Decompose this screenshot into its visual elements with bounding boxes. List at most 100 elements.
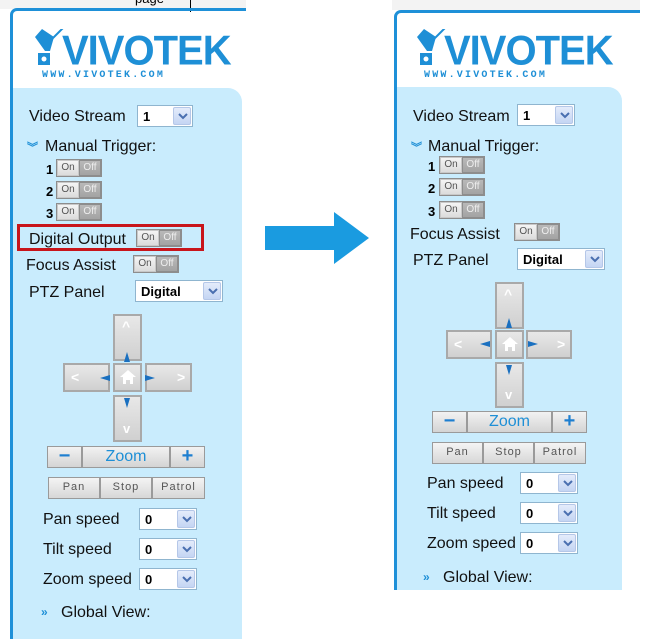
- chevron-down-icon: [182, 576, 192, 583]
- focus-assist-on-button[interactable]: On: [134, 256, 156, 272]
- zoom-speed-value: 0: [526, 536, 534, 551]
- trigger-1-off-button[interactable]: Off: [462, 157, 484, 173]
- zoom-speed-label: Zoom speed: [427, 535, 516, 552]
- pan-speed-value: 0: [145, 512, 153, 527]
- pan-speed-value: 0: [526, 476, 534, 491]
- chevron-down-icon: [563, 510, 573, 517]
- trigger-3-off-button[interactable]: Off: [462, 202, 484, 218]
- tilt-speed-label: Tilt speed: [427, 505, 496, 522]
- ptz-actions: Pan Stop Patrol: [48, 477, 205, 499]
- zoom-speed-value: 0: [145, 572, 153, 587]
- focus-assist-on-button[interactable]: On: [515, 224, 537, 240]
- trigger-2-off-button[interactable]: Off: [462, 179, 484, 195]
- trigger-2-on-button[interactable]: On: [440, 179, 462, 195]
- dropdown-button[interactable]: [558, 504, 576, 522]
- dropdown-button[interactable]: [173, 107, 191, 125]
- zoom-label: Zoom: [467, 411, 552, 433]
- focus-assist-off-button[interactable]: Off: [537, 224, 559, 240]
- dropdown-button[interactable]: [555, 106, 573, 124]
- video-stream-label: Video Stream: [29, 108, 126, 125]
- trigger-2-off-button[interactable]: Off: [79, 182, 101, 198]
- zoom-out-button[interactable]: −: [432, 411, 467, 433]
- ptz-direction-markers: [100, 352, 155, 408]
- manual-trigger-label[interactable]: Manual Trigger:: [45, 138, 156, 156]
- tilt-speed-value: 0: [145, 542, 153, 557]
- dropdown-button[interactable]: [558, 474, 576, 492]
- zoom-in-button[interactable]: +: [170, 446, 205, 468]
- patrol-button[interactable]: Patrol: [534, 442, 586, 464]
- right-arrow-icon: [265, 212, 369, 264]
- global-view-label[interactable]: Global View:: [61, 604, 151, 622]
- chevron-double-down-icon[interactable]: ︾: [27, 139, 38, 155]
- chevron-down-icon: [590, 256, 600, 263]
- tilt-speed-select[interactable]: 0: [520, 502, 578, 524]
- vivotek-logo: VIVOTEK WWW.VIVOTEK.COM: [32, 25, 232, 85]
- camera-logo-icon: [417, 29, 446, 65]
- dropdown-button[interactable]: [558, 534, 576, 552]
- trigger-2-toggle: On Off: [439, 178, 485, 196]
- manual-trigger-label[interactable]: Manual Trigger:: [428, 138, 539, 156]
- video-stream-value: 1: [523, 108, 531, 123]
- zoom-in-button[interactable]: +: [552, 411, 587, 433]
- dropdown-button[interactable]: [585, 250, 603, 268]
- zoom-speed-label: Zoom speed: [43, 571, 132, 588]
- ptz-panel-select[interactable]: Digital: [135, 280, 223, 302]
- trigger-3-on-button[interactable]: On: [440, 202, 462, 218]
- trigger-1-on-button[interactable]: On: [57, 160, 79, 176]
- logo-wordmark: VIVOTEK: [62, 27, 232, 75]
- trigger-2-on-button[interactable]: On: [57, 182, 79, 198]
- ptz-marker-up: [124, 352, 130, 362]
- logo-url: WWW.VIVOTEK.COM: [424, 70, 548, 81]
- zoom-control: − Zoom +: [47, 446, 205, 468]
- trigger-3-toggle: On Off: [56, 203, 102, 221]
- dropdown-button[interactable]: [177, 570, 195, 588]
- chevron-double-right-icon[interactable]: »: [41, 605, 48, 619]
- stop-button[interactable]: Stop: [100, 477, 152, 499]
- tilt-speed-value: 0: [526, 506, 534, 521]
- zoom-speed-select[interactable]: 0: [139, 568, 197, 590]
- pan-button[interactable]: Pan: [432, 442, 483, 464]
- focus-assist-off-button[interactable]: Off: [156, 256, 178, 272]
- video-stream-value: 1: [143, 109, 151, 124]
- trigger-number: 2: [46, 184, 54, 199]
- chevron-down-icon: [563, 540, 573, 547]
- ptz-panel-value: Digital: [523, 252, 563, 267]
- trigger-number: 3: [428, 204, 436, 219]
- dropdown-button[interactable]: [177, 540, 195, 558]
- stop-button[interactable]: Stop: [483, 442, 534, 464]
- tilt-speed-label: Tilt speed: [43, 541, 112, 558]
- chevron-double-right-icon[interactable]: »: [423, 570, 430, 584]
- trigger-3-on-button[interactable]: On: [57, 204, 79, 220]
- ptz-panel-label: PTZ Panel: [413, 252, 489, 269]
- clipped-page-text: page: [135, 0, 164, 5]
- global-view-label[interactable]: Global View:: [443, 569, 533, 587]
- trigger-1-on-button[interactable]: On: [440, 157, 462, 173]
- trigger-3-off-button[interactable]: Off: [79, 204, 101, 220]
- ptz-marker-right: [145, 375, 155, 381]
- patrol-button[interactable]: Patrol: [152, 477, 205, 499]
- tilt-speed-select[interactable]: 0: [139, 538, 197, 560]
- trigger-1-toggle: On Off: [439, 156, 485, 174]
- chevron-down-icon: [560, 112, 570, 119]
- pan-button[interactable]: Pan: [48, 477, 100, 499]
- ptz-panel-select[interactable]: Digital: [517, 248, 605, 270]
- video-stream-label: Video Stream: [413, 108, 510, 125]
- ptz-marker-right: [528, 341, 538, 347]
- chevron-double-down-icon[interactable]: ︾: [411, 139, 422, 155]
- ptz-marker-left: [480, 341, 490, 347]
- zoom-out-button[interactable]: −: [47, 446, 82, 468]
- chevron-down-icon: [182, 516, 192, 523]
- dropdown-button[interactable]: [203, 282, 221, 300]
- video-stream-select[interactable]: 1: [517, 104, 575, 126]
- focus-assist-label: Focus Assist: [26, 257, 116, 274]
- logo-wordmark: VIVOTEK: [444, 27, 614, 75]
- dropdown-button[interactable]: [177, 510, 195, 528]
- zoom-speed-select[interactable]: 0: [520, 532, 578, 554]
- digital-output-highlight-box: [17, 224, 204, 251]
- pan-speed-label: Pan speed: [427, 475, 504, 492]
- pan-speed-select[interactable]: 0: [139, 508, 197, 530]
- pan-speed-select[interactable]: 0: [520, 472, 578, 494]
- ptz-marker-down: [124, 398, 130, 408]
- trigger-1-off-button[interactable]: Off: [79, 160, 101, 176]
- video-stream-select[interactable]: 1: [137, 105, 193, 127]
